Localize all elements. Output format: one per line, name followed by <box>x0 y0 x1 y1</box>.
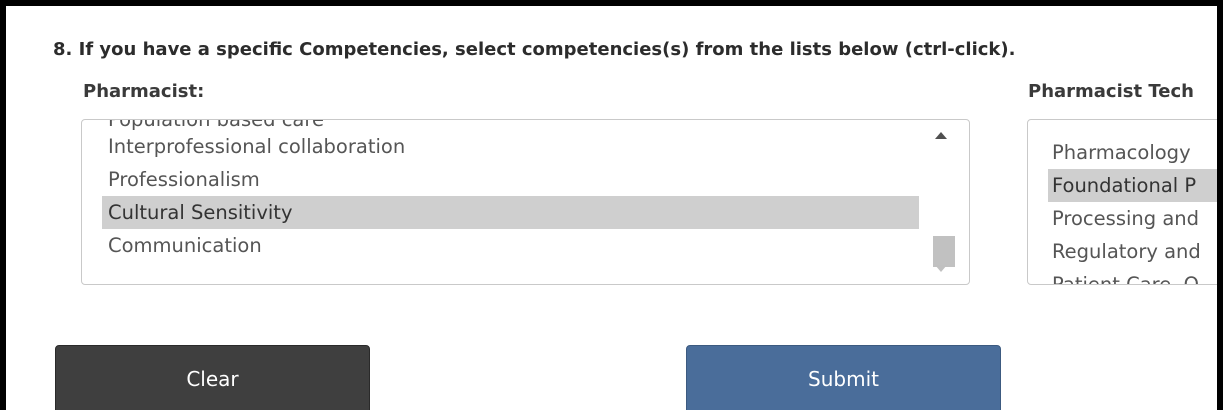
technician-competencies-list[interactable]: Pharmacology Foundational P Processing a… <box>1027 119 1217 285</box>
page-frame: 8. If you have a specific Competencies, … <box>6 6 1217 410</box>
question-title: 8. If you have a specific Competencies, … <box>53 39 1016 60</box>
clear-button[interactable]: Clear <box>55 345 370 410</box>
scroll-up-arrow-icon[interactable] <box>935 132 947 139</box>
pharmacist-label: Pharmacist: <box>83 81 205 102</box>
list-item[interactable]: Patient Care, O <box>1028 268 1217 284</box>
list-item[interactable]: Pharmacology <box>1028 136 1217 169</box>
scroll-down-arrow-icon[interactable] <box>935 265 947 272</box>
list-item[interactable]: Processing and <box>1028 202 1217 235</box>
scroll-thumb[interactable] <box>933 236 955 267</box>
list-item[interactable]: Professionalism <box>102 163 919 196</box>
list-item-selected[interactable]: Foundational P <box>1048 169 1217 202</box>
list-item[interactable]: Regulatory and <box>1028 235 1217 268</box>
list-item[interactable]: Communication <box>102 229 919 262</box>
list-item-selected[interactable]: Cultural Sensitivity <box>102 196 919 229</box>
list-scrollbar[interactable] <box>930 124 955 280</box>
technician-label: Pharmacist Tech <box>1028 81 1194 102</box>
submit-button[interactable]: Submit <box>686 345 1001 410</box>
list-item[interactable]: Population based care <box>102 120 919 130</box>
list-item[interactable]: Interprofessional collaboration <box>102 130 919 163</box>
pharmacist-competencies-list[interactable]: Population based care Interprofessional … <box>81 119 970 285</box>
